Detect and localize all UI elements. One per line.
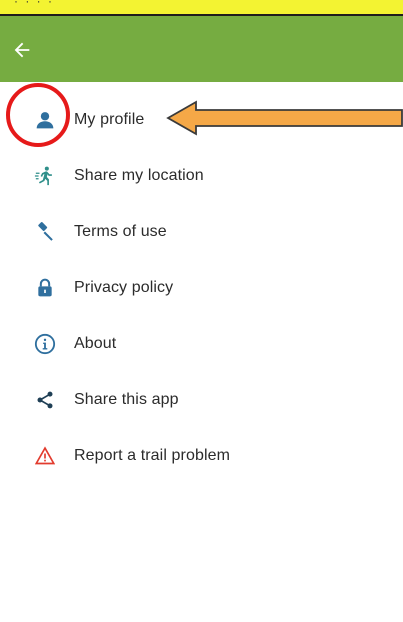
lock-icon xyxy=(33,276,57,300)
menu-item-label: Privacy policy xyxy=(74,279,174,296)
menu-item-report-trail-problem[interactable]: Report a trail problem xyxy=(0,428,403,484)
menu-item-label: Report a trail problem xyxy=(74,447,231,464)
app-screen: · · · · My profile Share my location Ter… xyxy=(0,0,403,622)
back-button[interactable] xyxy=(8,36,36,64)
menu-item-share-location[interactable]: Share my location xyxy=(0,148,403,204)
gavel-icon xyxy=(33,220,57,244)
menu-item-privacy-policy[interactable]: Privacy policy xyxy=(0,260,403,316)
menu-item-share-app[interactable]: Share this app xyxy=(0,372,403,428)
arrow-left-icon xyxy=(14,42,30,58)
app-bar xyxy=(0,16,403,82)
person-icon xyxy=(33,108,57,132)
menu-item-label: My profile xyxy=(74,111,145,128)
menu-item-terms-of-use[interactable]: Terms of use xyxy=(0,204,403,260)
warning-icon xyxy=(33,444,57,468)
menu-item-about[interactable]: About xyxy=(0,316,403,372)
running-person-icon xyxy=(33,164,57,188)
menu-item-label: About xyxy=(74,335,117,352)
status-bar-icons: · · · · xyxy=(14,0,54,8)
menu-item-label: Terms of use xyxy=(74,223,167,240)
share-icon xyxy=(33,388,57,412)
status-bar: · · · · xyxy=(0,0,403,16)
menu-list: My profile Share my location Terms of us… xyxy=(0,92,403,484)
info-icon xyxy=(33,332,57,356)
menu-item-label: Share this app xyxy=(74,391,179,408)
menu-item-label: Share my location xyxy=(74,167,204,184)
menu-item-my-profile[interactable]: My profile xyxy=(0,92,403,148)
